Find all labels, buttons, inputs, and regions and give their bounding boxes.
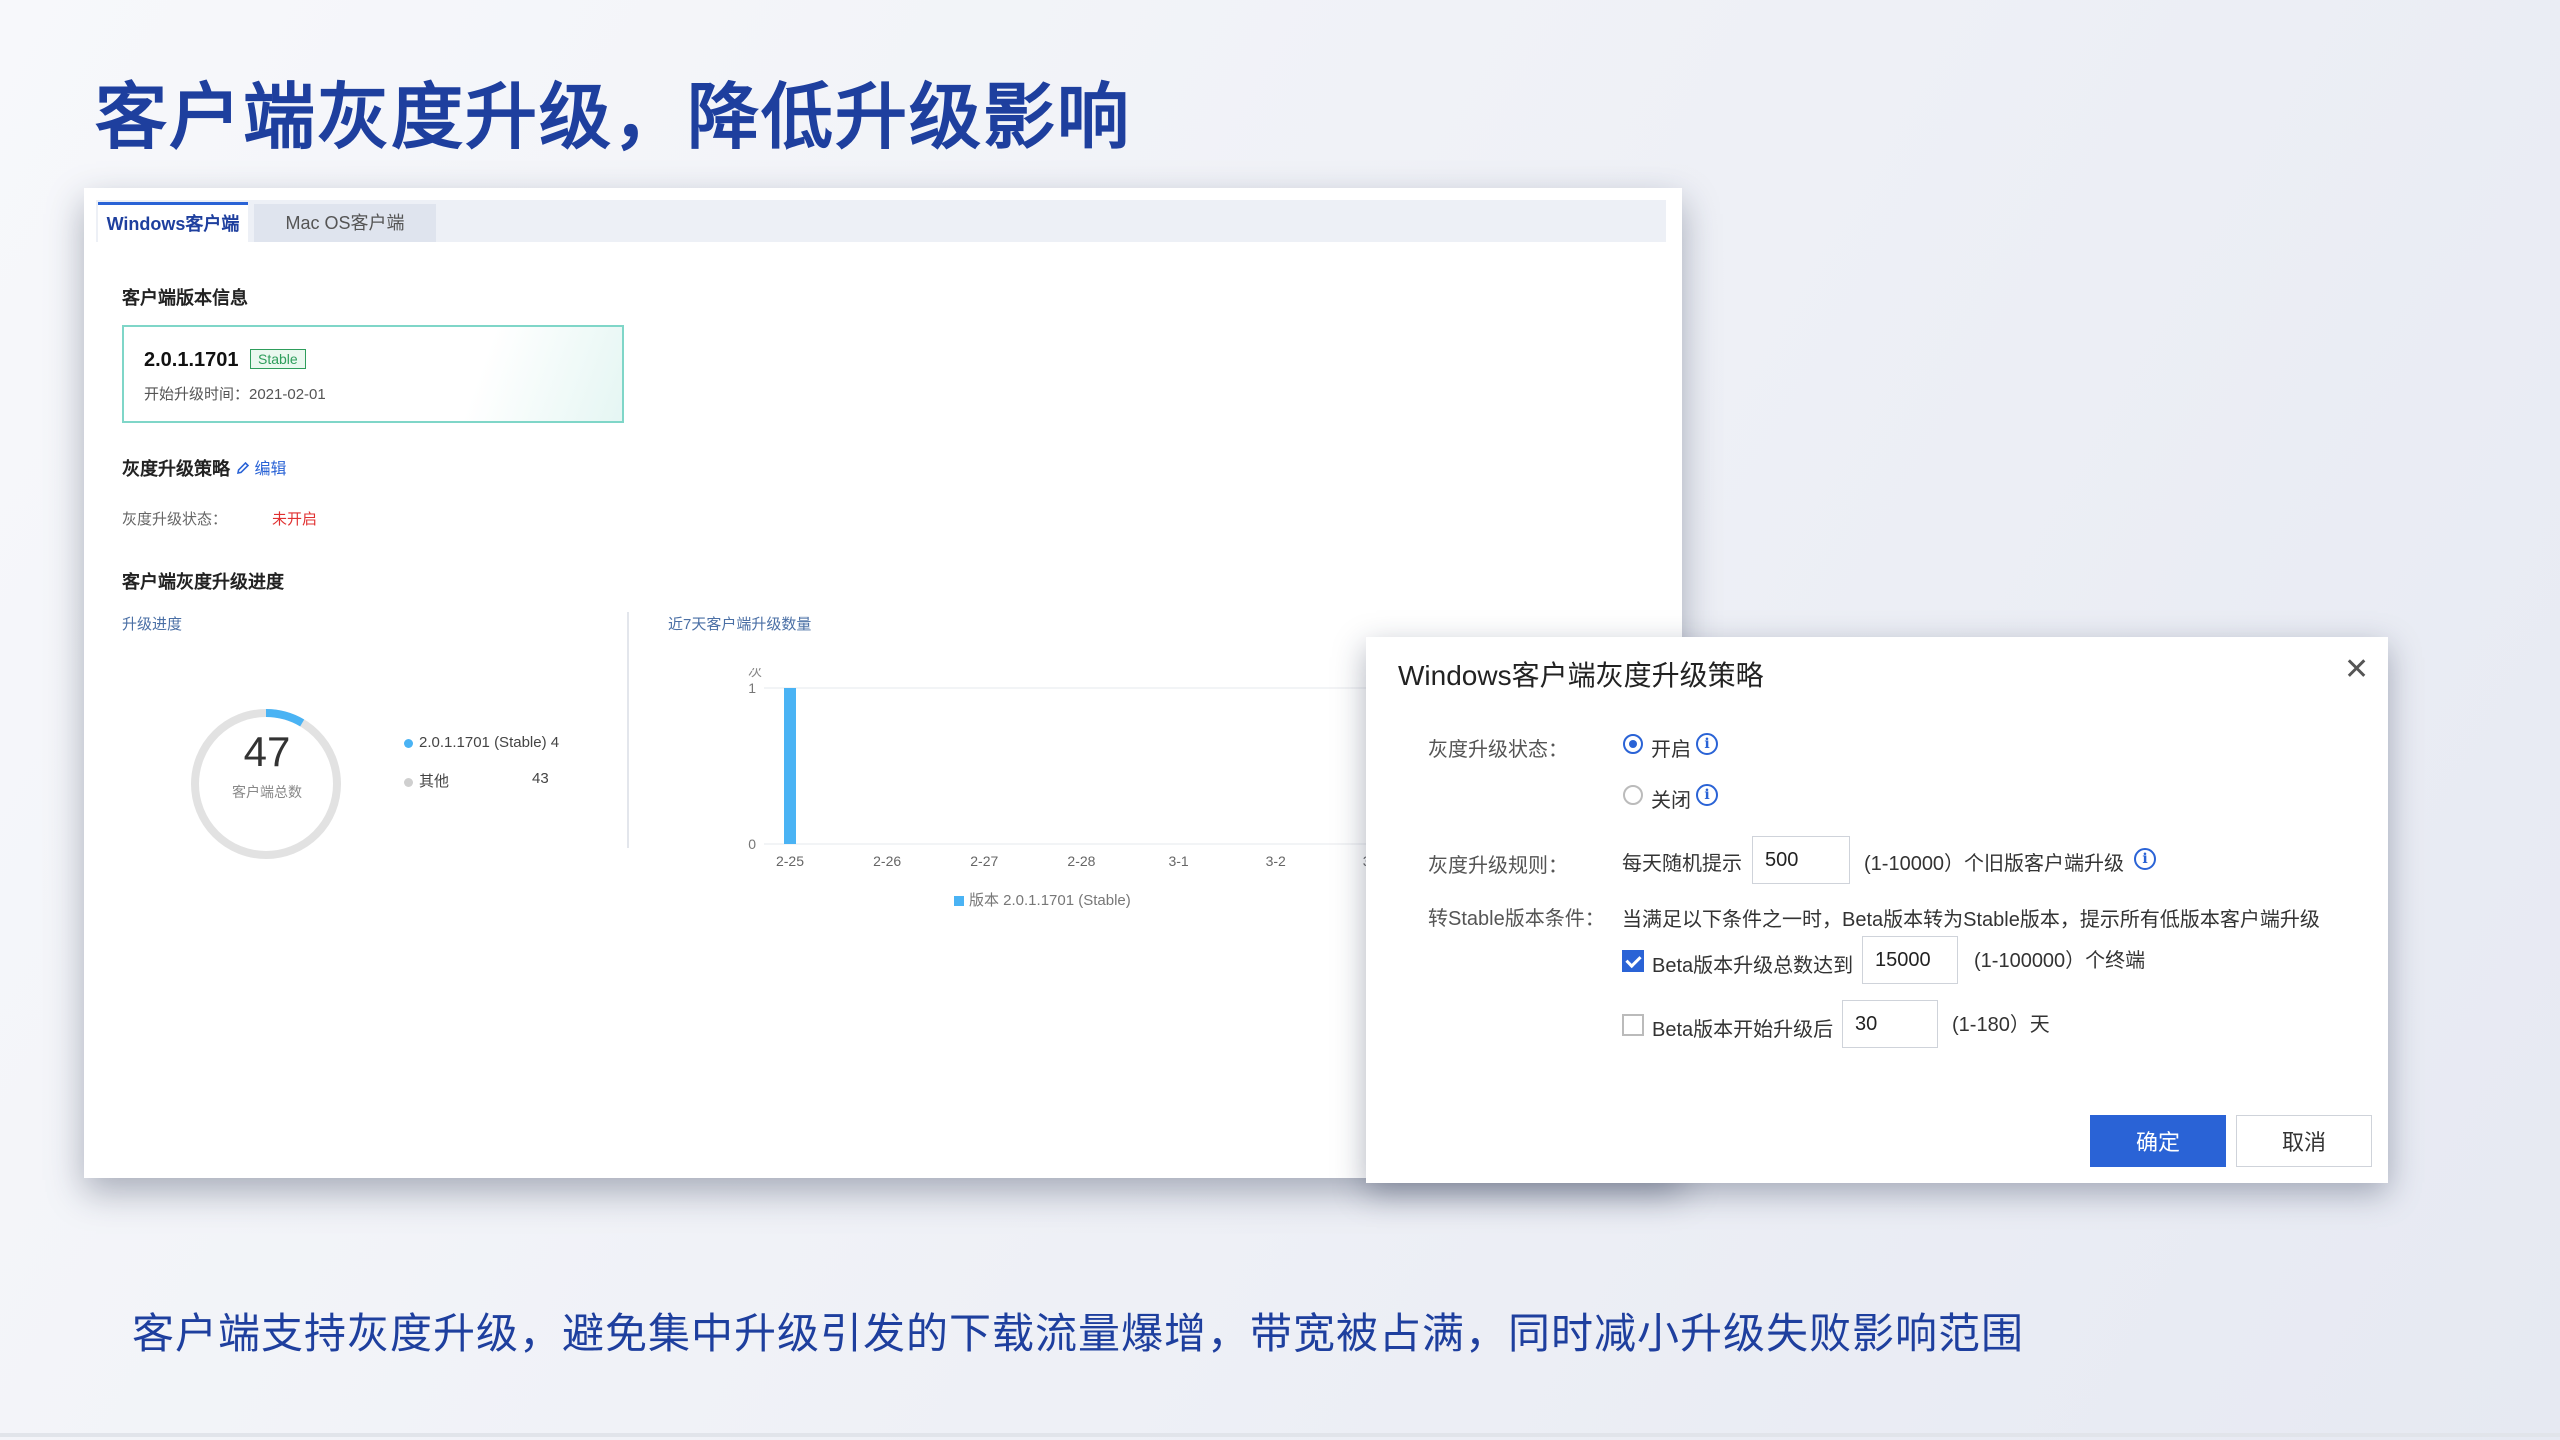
edit-label: 编辑 bbox=[254, 461, 287, 478]
tab-windows-client[interactable]: Windows客户端 bbox=[98, 202, 248, 243]
condition-description: 当满足以下条件之一时，Beta版本转为Stable版本，提示所有低版本客户端升级 bbox=[1622, 909, 2320, 931]
chart-legend: 版本 2.0.1.1701 (Stable) bbox=[954, 889, 1131, 910]
slide-title: 客户端灰度升级，降低升级影响 bbox=[95, 75, 1132, 159]
cond1-suffix: (1-100000）个终端 bbox=[1974, 950, 2146, 972]
cancel-button[interactable]: 取消 bbox=[2236, 1115, 2372, 1167]
confirm-button[interactable]: 确定 bbox=[2090, 1115, 2226, 1167]
progress-sub-label: 升级进度 bbox=[122, 616, 183, 633]
y-tick-label: 0 bbox=[748, 836, 756, 852]
strategy-status-value: 未开启 bbox=[272, 511, 318, 528]
x-tick-label: 2-27 bbox=[970, 853, 998, 869]
y-axis-unit-label: 次 bbox=[748, 668, 762, 679]
progress-heading: 客户端灰度升级进度 bbox=[122, 572, 284, 592]
section-divider bbox=[627, 612, 629, 848]
beta-total-input[interactable] bbox=[1862, 936, 1958, 984]
info-icon[interactable]: i bbox=[1696, 784, 1718, 806]
legend-label-stable: 2.0.1.1701 (Stable) 4 bbox=[419, 734, 560, 751]
client-total-label: 客户端总数 bbox=[232, 784, 302, 800]
y-tick-label: 1 bbox=[748, 680, 756, 696]
stable-badge: Stable bbox=[250, 349, 306, 369]
bar bbox=[784, 688, 796, 844]
beta-days-input[interactable] bbox=[1842, 1000, 1938, 1048]
x-tick-label: 3-1 bbox=[1168, 853, 1188, 869]
legend-label-other: 其他 bbox=[419, 773, 450, 790]
client-total-number: 47 bbox=[243, 728, 291, 775]
rule-label: 灰度升级规则： bbox=[1428, 855, 1568, 877]
slide-caption: 客户端支持灰度升级，避免集中升级引发的下载流量爆增，带宽被占满，同时减小升级失败… bbox=[132, 1309, 2025, 1358]
daily-prompt-count-input[interactable] bbox=[1752, 836, 1850, 884]
version-info-heading: 客户端版本信息 bbox=[122, 288, 248, 308]
weekly-upgrade-chart: 次012-252-262-272-283-13-23-3 bbox=[748, 668, 1444, 869]
info-icon[interactable]: i bbox=[2134, 848, 2156, 870]
cond2-checkbox[interactable] bbox=[1622, 1014, 1644, 1036]
legend-value-other: 43 bbox=[532, 770, 549, 787]
legend-item-other: 其他 bbox=[404, 770, 449, 791]
chart-title: 近7天客户端升级数量 bbox=[668, 616, 812, 633]
x-tick-label: 2-25 bbox=[776, 853, 804, 869]
chart-legend-label: 版本 2.0.1.1701 (Stable) bbox=[969, 892, 1131, 909]
cond1-checkbox[interactable] bbox=[1622, 950, 1644, 972]
radio-enable-label[interactable]: 开启 bbox=[1651, 733, 1691, 762]
gray-upgrade-strategy-dialog: Windows客户端灰度升级策略 ✕ 灰度升级状态： 开启 i 关闭 i 灰度升… bbox=[1366, 637, 2388, 1183]
radio-enable[interactable] bbox=[1623, 734, 1643, 754]
radio-disable[interactable] bbox=[1623, 785, 1643, 805]
legend-dot-other bbox=[404, 777, 413, 787]
dialog-status-label: 灰度升级状态： bbox=[1428, 739, 1568, 761]
upgrade-start-time: 开始升级时间：2021-02-01 bbox=[144, 386, 326, 403]
version-number: 2.0.1.1701 bbox=[144, 349, 239, 371]
tab-macos-client[interactable]: Mac OS客户端 bbox=[254, 204, 436, 242]
condition-label: 转Stable版本条件： bbox=[1428, 908, 1605, 930]
chart-legend-swatch bbox=[954, 896, 964, 907]
info-icon[interactable]: i bbox=[1696, 733, 1718, 755]
x-tick-label: 2-28 bbox=[1067, 853, 1095, 869]
x-tick-label: 3-2 bbox=[1266, 853, 1286, 869]
cond1-label: Beta版本升级总数达到 bbox=[1652, 955, 1854, 977]
x-tick-label: 2-26 bbox=[873, 853, 901, 869]
edit-strategy-link[interactable]: 编辑 bbox=[236, 455, 286, 479]
version-card: 2.0.1.1701 Stable 开始升级时间：2021-02-01 bbox=[122, 325, 624, 423]
legend-dot-stable bbox=[404, 738, 413, 748]
close-icon[interactable]: ✕ bbox=[2344, 655, 2369, 685]
rule-prefix: 每天随机提示 bbox=[1622, 853, 1742, 875]
strategy-status-label: 灰度升级状态： bbox=[122, 511, 228, 528]
bottom-divider bbox=[0, 1433, 2560, 1437]
strategy-heading: 灰度升级策略 bbox=[122, 459, 230, 479]
pencil-icon bbox=[236, 461, 250, 475]
dialog-title: Windows客户端灰度升级策略 bbox=[1398, 660, 1764, 691]
radio-disable-label[interactable]: 关闭 bbox=[1651, 784, 1691, 813]
legend-item-stable: 2.0.1.1701 (Stable) 4 bbox=[404, 734, 559, 751]
cond2-label: Beta版本开始升级后 bbox=[1652, 1019, 1834, 1041]
cond2-suffix: (1-180）天 bbox=[1952, 1014, 2050, 1036]
rule-suffix: (1-10000）个旧版客户端升级 bbox=[1864, 853, 2125, 875]
